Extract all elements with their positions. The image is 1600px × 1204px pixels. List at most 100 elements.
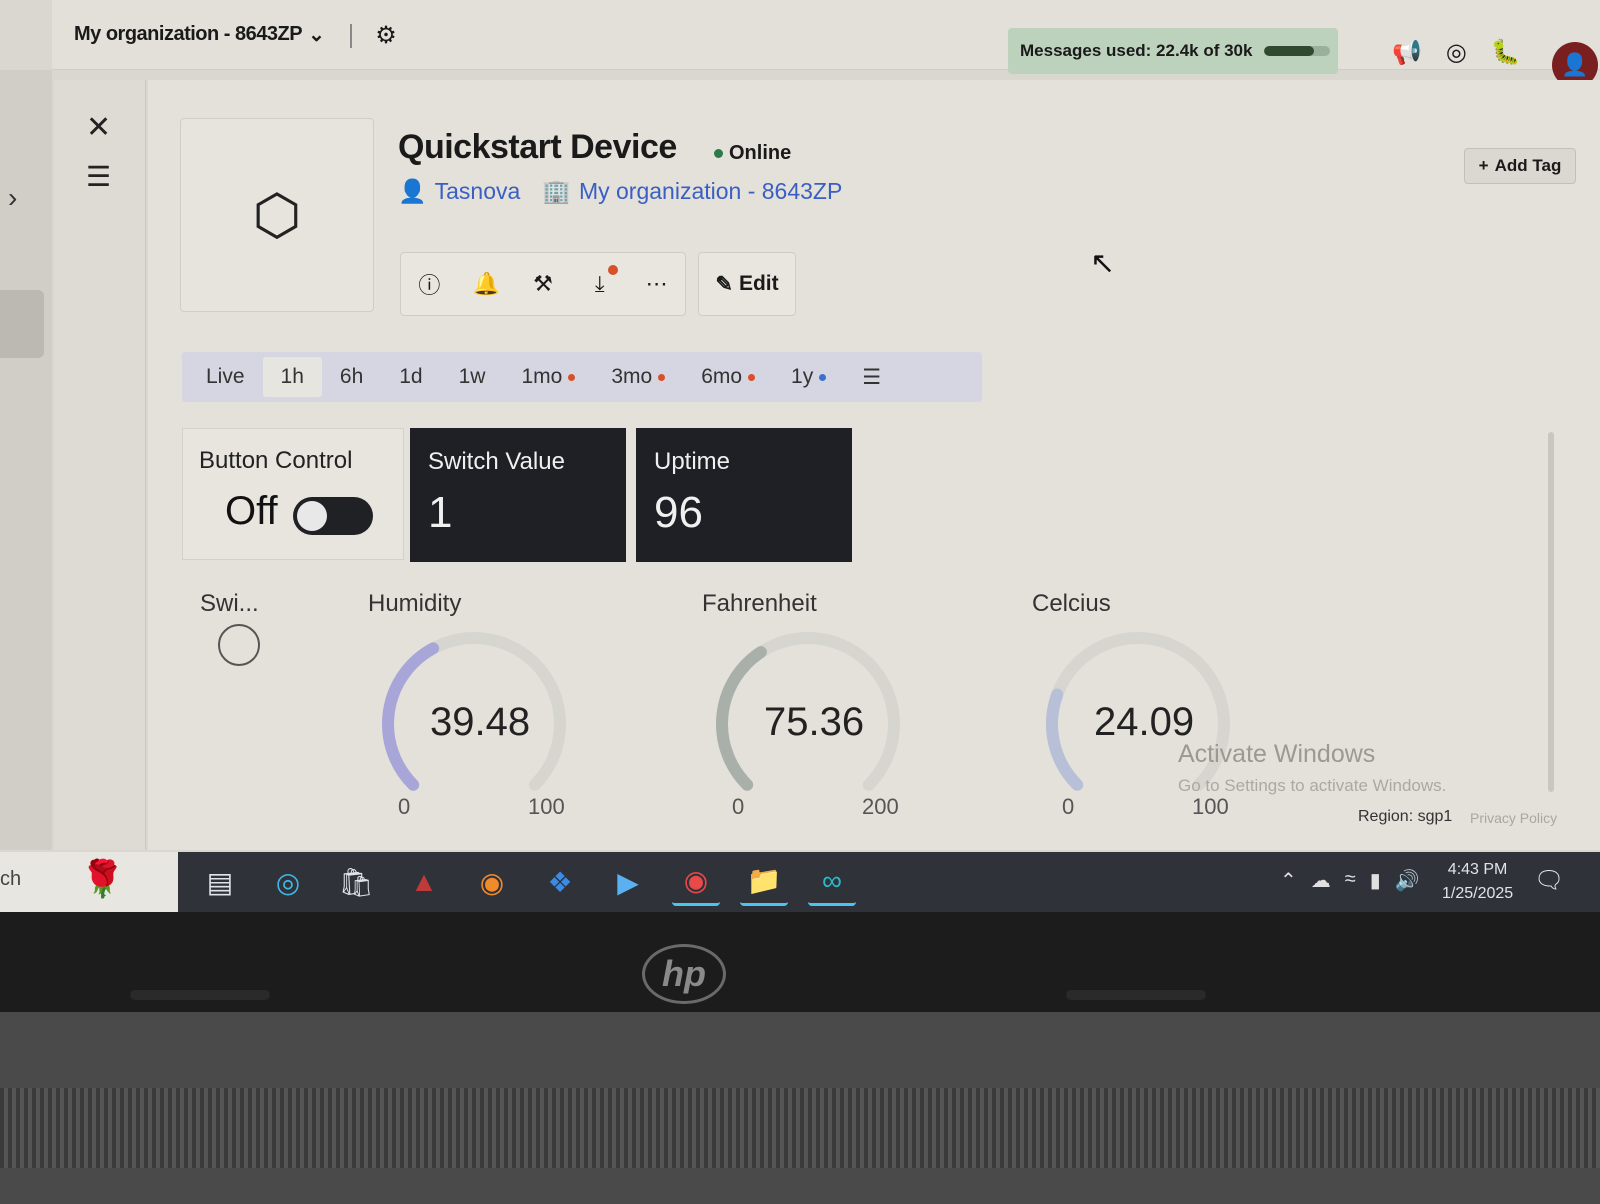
download-icon[interactable]: ⤓ xyxy=(580,265,620,297)
clock-time: 4:43 PM xyxy=(1447,861,1508,878)
access-icon[interactable]: ▲ xyxy=(400,858,448,906)
file-explorer-icon[interactable]: 📁 xyxy=(740,858,788,906)
screen: My organization - 8643ZP ⌄ ⚙ Messages us… xyxy=(0,0,1600,912)
time-range-6h[interactable]: 6h xyxy=(322,357,381,397)
task-view-icon[interactable]: ▤ xyxy=(196,858,244,906)
time-range-1mo[interactable]: 1mo xyxy=(503,357,593,397)
vscode-icon[interactable]: ❖ xyxy=(536,858,584,906)
arduino-icon[interactable]: ∞ xyxy=(808,858,856,906)
top-bar: My organization - 8643ZP ⌄ ⚙ Messages us… xyxy=(52,0,1600,74)
tools-icon[interactable]: ⚒ xyxy=(523,271,563,297)
bug-icon[interactable]: 🐛 xyxy=(1491,38,1521,67)
gauge-min: 0 xyxy=(732,794,745,819)
device-toolbar: ⓘ 🔔 ⚒ ⤓ ⋯ xyxy=(400,252,686,316)
taskbar-search[interactable]: ch 🌹 xyxy=(0,852,178,912)
speaker-grille xyxy=(0,1088,1600,1168)
clock[interactable]: 4:43 PM 1/25/2025 xyxy=(1442,858,1513,906)
taskbar-apps: ▤ ◎ 🛍 ▲ ◉ ❖ ▶ ◉ 📁 ∞ xyxy=(196,858,856,906)
switch-value-label: Switch Value xyxy=(428,448,565,475)
chrome-icon[interactable]: ◉ xyxy=(672,858,720,906)
privacy-link[interactable]: Privacy Policy xyxy=(1470,810,1557,826)
owner-link[interactable]: 👤 Tasnova xyxy=(398,178,520,205)
time-range-1d[interactable]: 1d xyxy=(381,357,440,397)
org-name: My organization - 8643ZP xyxy=(74,23,303,45)
battery-icon[interactable]: ▮ xyxy=(1370,868,1381,893)
store-icon[interactable]: 🛍 xyxy=(332,858,380,906)
time-range-Live[interactable]: Live xyxy=(188,357,263,397)
gauge-max: 200 xyxy=(862,794,899,819)
toggle-knob xyxy=(297,501,327,531)
time-range-label: 1w xyxy=(458,365,486,388)
rose-icon: 🌹 xyxy=(80,858,125,899)
hp-logo: hp xyxy=(642,944,726,1004)
switch-value-widget: Switch Value 1 xyxy=(410,428,626,562)
user-icon: 👤 xyxy=(398,178,427,204)
volume-icon[interactable]: 🔊 xyxy=(1395,868,1420,893)
range-dot xyxy=(819,373,827,381)
more-icon[interactable]: ⋯ xyxy=(637,271,677,297)
time-range-1h[interactable]: 1h xyxy=(262,357,322,397)
gauge-value: 39.48 xyxy=(430,700,531,744)
gauge-label: Celcius xyxy=(1032,590,1111,617)
gauge-value-arc xyxy=(716,646,767,791)
switch-small-label: Swi... xyxy=(200,590,259,617)
time-range-6mo[interactable]: 6mo xyxy=(683,357,773,397)
info-icon[interactable]: ⓘ xyxy=(409,268,449,300)
gauge-label: Humidity xyxy=(368,590,462,617)
mouse-cursor-icon: ↖ xyxy=(1090,247,1116,280)
video-app-icon[interactable]: ▶ xyxy=(604,858,652,906)
device-image: ⬡ xyxy=(180,118,374,312)
rail-item[interactable] xyxy=(0,290,44,358)
button-control-state: Off xyxy=(225,489,278,533)
time-range-label: 6mo xyxy=(701,365,743,388)
scrollbar[interactable] xyxy=(1548,432,1554,792)
left-rail: › xyxy=(0,70,52,850)
edge-icon[interactable]: ◎ xyxy=(264,858,312,906)
owner-name: Tasnova xyxy=(434,178,521,204)
time-range-label: 1h xyxy=(280,365,304,388)
menu-icon[interactable]: ☰ xyxy=(86,160,111,193)
gear-icon[interactable]: ⚙ xyxy=(372,22,400,50)
button-control-toggle[interactable] xyxy=(293,497,373,535)
switch-indicator[interactable] xyxy=(218,624,260,666)
cloud-icon[interactable]: ☁ xyxy=(1311,868,1331,893)
add-tag-label: Add Tag xyxy=(1494,156,1562,175)
panel-controls: ✕ ☰ xyxy=(54,80,146,850)
bell-icon[interactable]: 🔔 xyxy=(466,271,506,297)
time-range-3mo[interactable]: 3mo xyxy=(593,357,683,397)
messages-usage[interactable]: Messages used: 22.4k of 30k xyxy=(1008,28,1338,74)
taskbar: ch 🌹 ▤ ◎ 🛍 ▲ ◉ ❖ ▶ ◉ 📁 ∞ ⌃ ☁ ≈ ▮ 🔊 4:43 … xyxy=(0,852,1600,912)
organization-name: My organization - 8643ZP xyxy=(578,178,843,204)
watermark-subtitle: Go to Settings to activate Windows. xyxy=(1178,776,1447,795)
megaphone-icon[interactable]: 📢 xyxy=(1392,38,1422,67)
organization-link[interactable]: 🏢 My organization - 8643ZP xyxy=(542,178,842,205)
messages-label: Messages used: 22.4k of 30k xyxy=(1020,41,1253,60)
notification-icon[interactable]: 🗨 xyxy=(1534,866,1564,895)
org-switcher[interactable]: My organization - 8643ZP ⌄ xyxy=(74,22,325,47)
time-range-1y[interactable]: 1y xyxy=(773,357,844,397)
time-range-selector: Live 1h 6h 1d 1w 1mo 3mo 6mo 1y ☰ xyxy=(182,352,982,402)
range-dot xyxy=(748,373,756,381)
clock-date: 1/25/2025 xyxy=(1442,885,1514,902)
time-range-label: 1mo xyxy=(521,365,563,388)
gauge-row: Swi... Humidity 39.48 0 100 Fahrenheit 75.36 0… xyxy=(182,572,1582,842)
firefox-icon[interactable]: ◉ xyxy=(468,858,516,906)
status-text: Online xyxy=(729,142,792,164)
gauge-min: 0 xyxy=(398,794,411,819)
uptime-number: 96 xyxy=(654,488,703,537)
add-tag-button[interactable]: + Add Tag xyxy=(1464,148,1576,184)
chevron-up-icon[interactable]: ⌃ xyxy=(1280,868,1297,893)
close-icon[interactable]: ✕ xyxy=(86,110,111,145)
gauge-max: 100 xyxy=(528,794,565,819)
lifebuoy-icon[interactable]: ◎ xyxy=(1446,38,1467,67)
hinge-left xyxy=(130,990,270,1000)
chevron-right-icon[interactable]: › xyxy=(8,182,17,214)
wifi-icon[interactable]: ≈ xyxy=(1345,868,1356,893)
gauge-value-arc xyxy=(382,642,440,791)
filter-sliders-icon[interactable]: ☰ xyxy=(844,357,899,397)
gauge-min: 0 xyxy=(1062,794,1075,819)
time-range-1w[interactable]: 1w xyxy=(441,357,504,397)
edit-button[interactable]: ✎ Edit xyxy=(698,252,796,316)
uptime-label: Uptime xyxy=(654,448,731,475)
range-dot xyxy=(568,373,576,381)
